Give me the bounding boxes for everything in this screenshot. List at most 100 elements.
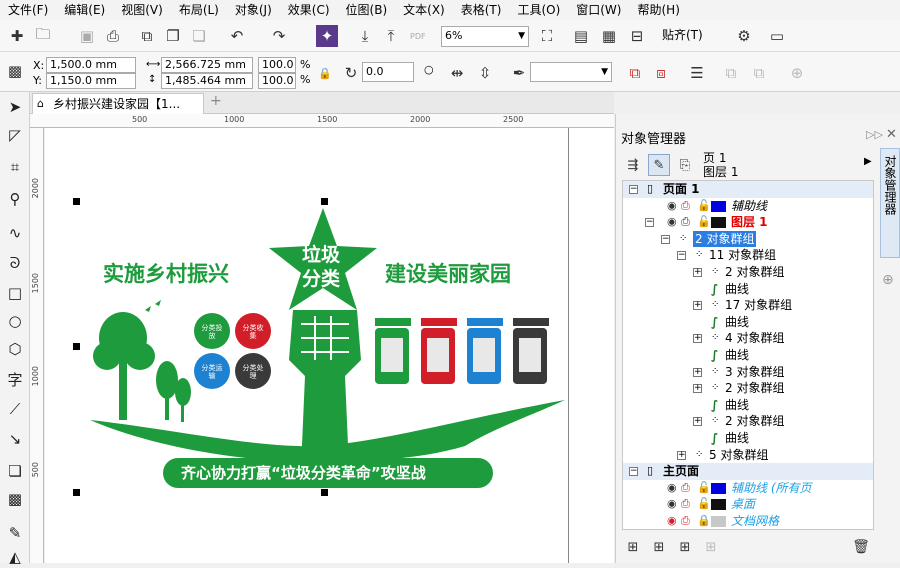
print-icon[interactable]: ⎙ bbox=[681, 496, 690, 512]
eye-icon[interactable]: ◉ bbox=[667, 496, 677, 512]
new-document-icon[interactable]: ✚ bbox=[6, 25, 28, 47]
print-icon[interactable]: ⎙ bbox=[681, 198, 690, 214]
publish-pdf-icon[interactable]: PDF bbox=[410, 30, 426, 44]
tree-row-group[interactable]: + ⁘ 17 对象群组 bbox=[623, 297, 873, 314]
layer-options-icon[interactable]: ⊞ bbox=[700, 536, 722, 558]
lock-icon[interactable]: 🔒 bbox=[697, 513, 711, 529]
open-folder-icon[interactable]: 🗀 bbox=[32, 25, 54, 47]
print-icon[interactable]: ⎙ bbox=[681, 480, 690, 496]
vertical-ruler[interactable]: 2000 1500 1000 500 bbox=[30, 128, 44, 563]
tree-row-desktop[interactable]: ◉ ⎙ 🔓 桌面 bbox=[623, 496, 873, 513]
y-position-input[interactable]: 1,150.0 mm bbox=[46, 73, 136, 89]
tree-row-group[interactable]: + ⁘ 2 对象群组 bbox=[623, 413, 873, 430]
add-icon[interactable]: ⊕ bbox=[786, 62, 808, 84]
print-icon[interactable]: ⎙ bbox=[102, 25, 124, 47]
x-position-input[interactable]: 1,500.0 mm bbox=[46, 57, 136, 73]
show-properties-icon[interactable]: ⇶ bbox=[622, 154, 644, 176]
menu-object[interactable]: 对象(J) bbox=[227, 0, 280, 20]
scale-y-input[interactable]: 100.0 bbox=[258, 73, 296, 89]
rotation-input[interactable]: 0.0 bbox=[362, 62, 414, 82]
eye-icon[interactable]: ◉ bbox=[667, 198, 677, 214]
tree-row-curve[interactable]: ∫ 曲线 bbox=[623, 314, 873, 331]
undo-icon[interactable]: ↶ bbox=[226, 25, 248, 47]
chevron-down-icon[interactable]: ▼ bbox=[518, 27, 525, 45]
tree-row-master-page[interactable]: − ▯ 主页面 bbox=[623, 463, 873, 480]
break-apart-icon[interactable]: ⧈ bbox=[650, 62, 672, 84]
menu-effects[interactable]: 效果(C) bbox=[280, 0, 338, 20]
tree-row-group[interactable]: + ⁘ 5 对象群组 bbox=[623, 447, 873, 464]
lock-icon[interactable]: 🔓 bbox=[697, 496, 711, 512]
paste-icon[interactable]: ❏ bbox=[188, 25, 210, 47]
new-master-layer-all-icon[interactable]: ⊞ bbox=[674, 536, 696, 558]
lock-icon[interactable]: 🔓 bbox=[697, 198, 711, 214]
drop-shadow-icon[interactable]: ❏ bbox=[4, 460, 26, 482]
tree-row-group[interactable]: + ⁘ 4 对象群组 bbox=[623, 330, 873, 347]
tree-row-curve[interactable]: ∫ 曲线 bbox=[623, 281, 873, 298]
menu-bitmaps[interactable]: 位图(B) bbox=[338, 0, 396, 20]
menu-edit[interactable]: 编辑(E) bbox=[56, 0, 113, 20]
ellipse-tool-icon[interactable]: ○ bbox=[4, 310, 26, 332]
connector-tool-icon[interactable]: ↘ bbox=[4, 428, 26, 450]
export-icon[interactable]: ⤒ bbox=[380, 25, 402, 47]
tree-row-guides[interactable]: ◉ ⎙ 🔓 辅助线 bbox=[623, 198, 873, 215]
tree-row-master-guides[interactable]: ◉ ⎙ 🔓 辅助线 (所有页 bbox=[623, 480, 873, 497]
menu-view[interactable]: 视图(V) bbox=[113, 0, 171, 20]
outline-width-select[interactable]: ▼ bbox=[530, 62, 612, 82]
mirror-vertical-icon[interactable]: ⇳ bbox=[474, 62, 496, 84]
artistic-media-icon[interactable]: ᘐ bbox=[4, 252, 26, 274]
redo-icon[interactable]: ↷ bbox=[268, 25, 290, 47]
close-icon[interactable]: ✕ bbox=[886, 127, 897, 142]
height-input[interactable]: 1,485.464 mm bbox=[161, 73, 253, 89]
menu-help[interactable]: 帮助(H) bbox=[629, 0, 687, 20]
add-docker-icon[interactable]: ⊕ bbox=[882, 272, 894, 288]
menu-window[interactable]: 窗口(W) bbox=[568, 0, 629, 20]
tree-row-curve[interactable]: ∫ 曲线 bbox=[623, 347, 873, 364]
eye-icon[interactable]: ◉ bbox=[667, 480, 677, 496]
menu-file[interactable]: 文件(F) bbox=[0, 0, 56, 20]
object-manager-side-tab[interactable]: 对象管理器 bbox=[880, 148, 900, 258]
copy-icon[interactable]: ❐ bbox=[162, 25, 184, 47]
new-master-layer-icon[interactable]: ⊞ bbox=[648, 536, 670, 558]
outline-pen-icon[interactable]: ✒ bbox=[508, 62, 530, 84]
tree-row-document-grid[interactable]: ◉ ⎙ 🔒 文档网格 bbox=[623, 513, 873, 529]
polygon-tool-icon[interactable]: ⬡ bbox=[4, 338, 26, 360]
tree-row-group[interactable]: + ⁘ 3 对象群组 bbox=[623, 364, 873, 381]
shape-tool-icon[interactable]: ◸ bbox=[4, 124, 26, 146]
weld-icon[interactable]: ⧉ bbox=[720, 62, 742, 84]
tree-row-group[interactable]: + ⁘ 2 对象群组 bbox=[623, 264, 873, 281]
print-icon[interactable]: ⎙ bbox=[681, 214, 690, 230]
import-icon[interactable]: ⤓ bbox=[354, 25, 376, 47]
full-screen-preview-icon[interactable]: ▤ bbox=[570, 25, 592, 47]
save-icon[interactable]: ▣ bbox=[76, 25, 98, 47]
zoom-to-fit-icon[interactable]: ⛶ bbox=[536, 25, 558, 47]
tree-row-page1[interactable]: − ▯ 页面 1 bbox=[623, 181, 873, 198]
menu-tools[interactable]: 工具(O) bbox=[509, 0, 568, 20]
scale-x-input[interactable]: 100.0 bbox=[258, 57, 296, 73]
rectangle-tool-icon[interactable]: □ bbox=[4, 282, 26, 304]
tree-row-group[interactable]: − ⁘ 11 对象群组 bbox=[623, 247, 873, 264]
trim-icon[interactable]: ⧉ bbox=[748, 62, 770, 84]
search-content-icon[interactable]: ✦ bbox=[316, 25, 338, 47]
tree-row-curve[interactable]: ∫ 曲线 bbox=[623, 397, 873, 414]
text-tool-icon[interactable]: 字 bbox=[4, 368, 26, 390]
snap-to-dropdown[interactable]: 贴齐(T) bbox=[662, 28, 703, 42]
zoom-tool-icon[interactable]: ⚲ bbox=[4, 188, 26, 210]
transparency-tool-icon[interactable]: ▩ bbox=[4, 488, 26, 510]
show-grid-icon[interactable]: ▦ bbox=[598, 25, 620, 47]
eyedropper-icon[interactable]: ✎ bbox=[4, 522, 26, 544]
lock-icon[interactable]: 🔓 bbox=[697, 214, 711, 230]
application-launcher-icon[interactable]: ▭ bbox=[766, 25, 788, 47]
flyout-arrow-icon[interactable]: ▶ bbox=[864, 156, 872, 167]
width-input[interactable]: 2,566.725 mm bbox=[161, 57, 253, 73]
pick-tool-icon[interactable]: ➤ bbox=[4, 96, 26, 118]
lock-icon[interactable]: 🔓 bbox=[697, 480, 711, 496]
parallel-dimension-icon[interactable]: ⟋ bbox=[4, 398, 26, 420]
zoom-level-field[interactable]: 6% ▼ bbox=[441, 26, 529, 47]
menu-table[interactable]: 表格(T) bbox=[453, 0, 510, 20]
layer-manager-view-icon[interactable]: ⎘ bbox=[674, 154, 696, 176]
trash-icon[interactable]: 🗑 bbox=[850, 536, 872, 558]
freehand-tool-icon[interactable]: ∿ bbox=[4, 222, 26, 244]
menu-layout[interactable]: 布局(L) bbox=[171, 0, 227, 20]
document-tab[interactable]: ⌂ 乡村振兴建设家园【1... bbox=[32, 93, 204, 114]
interactive-fill-icon[interactable]: ◭ bbox=[4, 546, 26, 568]
